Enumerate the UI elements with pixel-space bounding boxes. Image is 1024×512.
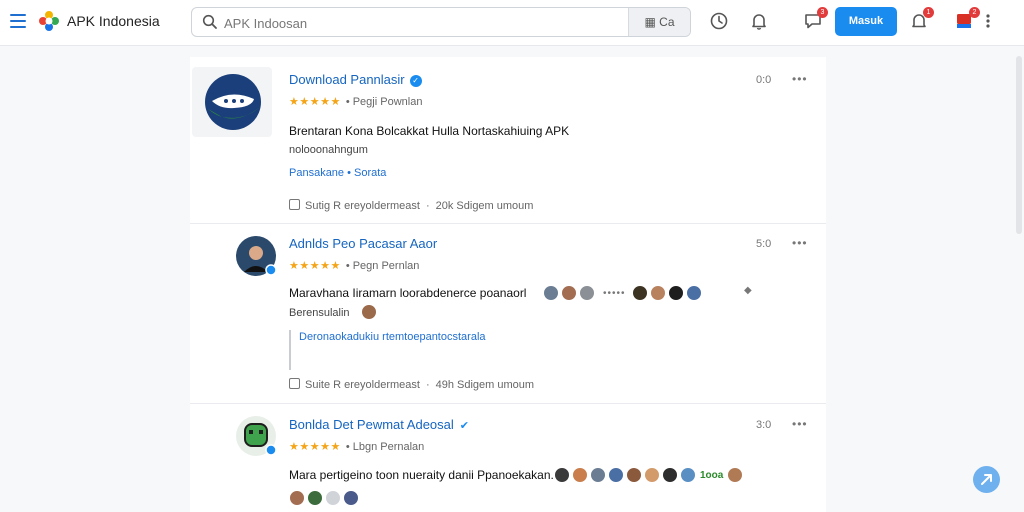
post-feed: Download Pannlasir ✓ ★★★★★ • Pegji Pownlan…	[190, 57, 826, 512]
footer-info: Sutig R ereyoldermeast	[305, 200, 420, 212]
app-title: APK Indonesia	[67, 13, 160, 29]
post-footer: Sutig R ereyoldermeast · 20k Sdigem umoum	[289, 199, 533, 212]
scroll-top-button[interactable]	[973, 466, 1000, 493]
post-title-link[interactable]: Download Pannlasir ✓	[289, 72, 422, 87]
avatar	[554, 467, 570, 483]
rating-stars: ★★★★★ • Pegn Pernlan	[289, 259, 419, 272]
avatar	[727, 467, 744, 483]
post-body: Brentaran Kona Bolcakkat Hulla Nortaskah…	[289, 124, 570, 138]
notification-bell-icon[interactable]	[749, 11, 769, 31]
search-filter-button[interactable]: ▦ Ca	[628, 8, 690, 36]
rating-stars: ★★★★★ • Pegji Pownlan	[289, 95, 422, 108]
post-subtext: Berensulalin	[289, 307, 350, 319]
footer-stats: 49h Sdigem umoum	[435, 379, 535, 391]
search-input[interactable]	[224, 13, 614, 33]
post-card: Download Pannlasir ✓ ★★★★★ • Pegji Pownlan…	[190, 57, 826, 224]
profile-badge: 2	[969, 7, 980, 18]
bookmark-icon[interactable]	[289, 378, 300, 389]
post-time: 3:0	[756, 419, 772, 431]
stars: ★★★★★	[289, 441, 341, 453]
avatar	[361, 304, 377, 320]
ellipsis-icon: •••••	[603, 287, 626, 299]
post-subtext: nolooonahngum	[289, 144, 368, 156]
stars: ★★★★★	[289, 260, 341, 272]
verified-check-icon: ✔	[459, 420, 469, 432]
rating-stars: ★★★★★ • Lbgn Pernalan	[289, 440, 424, 453]
avatar	[662, 467, 678, 483]
footer-separator: ·	[425, 379, 430, 391]
post-title-link[interactable]: Adnlds Peo Pacasar Aaor	[289, 236, 437, 251]
avatar	[608, 467, 624, 483]
reaction-count: 1ooa	[700, 469, 724, 481]
post-link[interactable]: Pansakane • Sorata	[289, 167, 386, 179]
avatar	[561, 285, 577, 301]
post-body: Maravhana Iiramarn loorabdenerce poanaor…	[289, 286, 527, 300]
signin-button[interactable]: Masuk	[835, 7, 897, 36]
reaction-avatars[interactable]: 1ooa	[554, 467, 745, 483]
post-meta: • Pegji Pownlan	[345, 96, 423, 108]
footer-info: Suite R ereyoldermeast	[305, 379, 420, 391]
comment-avatars[interactable]	[289, 490, 361, 506]
arrow-up-right-icon	[981, 474, 992, 485]
avatar	[667, 285, 684, 301]
avatar	[680, 467, 696, 483]
menu-icon[interactable]	[10, 14, 26, 28]
post-card: Bonlda Det Pewmat Adeosal ✔ ★★★★★ • Lbgn P…	[190, 404, 826, 512]
messages-button[interactable]: 3	[803, 7, 828, 31]
post-title: Bonlda Det Pewmat Adeosal	[289, 417, 454, 432]
more-options-icon[interactable]: •••	[792, 236, 808, 250]
avatar	[590, 467, 606, 483]
more-options-icon[interactable]: •••	[792, 417, 808, 431]
app-icon[interactable]	[192, 67, 272, 137]
post-body: Mara pertigeino toon nueraity danii Ppan…	[289, 468, 561, 482]
scrollbar[interactable]	[1016, 56, 1022, 234]
avatar	[307, 490, 323, 506]
avatar	[325, 490, 341, 506]
search-bar: ▦ Ca	[191, 7, 691, 37]
post-title: Download Pannlasir	[289, 72, 405, 87]
profile-button[interactable]: 2	[955, 7, 980, 31]
avatar	[685, 285, 702, 301]
footer-stats: 20k Sdigem umoum	[435, 200, 534, 212]
alerts-badge: 1	[923, 7, 934, 18]
clock-icon[interactable]	[709, 11, 729, 31]
search-icon	[202, 14, 217, 29]
search-filter-label: Ca	[659, 15, 675, 29]
kebab-menu-icon[interactable]	[983, 11, 993, 31]
grid-icon: ▦	[644, 15, 656, 29]
footer-separator: ·	[425, 200, 430, 212]
post-time: 5:0	[756, 238, 772, 250]
avatar	[572, 467, 588, 483]
post-card: Adnlds Peo Pacasar Aaor ★★★★★ • Pegn Pern…	[190, 224, 826, 404]
avatar	[579, 285, 595, 301]
avatar	[543, 285, 559, 301]
alerts-button[interactable]: 1	[909, 7, 934, 31]
avatar[interactable]	[236, 236, 278, 278]
avatar	[631, 285, 648, 301]
post-time: 0:0	[756, 74, 772, 86]
quoted-reply[interactable]: Deronaokadukiu rtemtoepantocstarala	[289, 330, 486, 370]
avatar	[343, 490, 359, 506]
verified-icon: ✓	[409, 75, 422, 87]
top-bar: APK Indonesia ▦ Ca 3 Masuk 1	[0, 0, 1024, 46]
avatar	[626, 467, 642, 483]
post-footer: Suite R ereyoldermeast · 49h Sdigem umoum	[289, 378, 534, 391]
react-icon[interactable]: ◆	[744, 285, 752, 296]
avatar	[289, 490, 305, 506]
post-meta: • Lbgn Pernalan	[345, 441, 425, 453]
quote-text: Deronaokadukiu rtemtoepantocstarala	[299, 331, 486, 343]
apk-logo-icon[interactable]	[38, 10, 60, 32]
stars: ★★★★★	[289, 96, 341, 108]
avatar[interactable]	[236, 416, 278, 458]
messages-badge: 3	[817, 7, 828, 18]
post-title-link[interactable]: Bonlda Det Pewmat Adeosal ✔	[289, 417, 469, 432]
post-meta: • Pegn Pernlan	[345, 260, 420, 272]
reaction-avatars[interactable]: •••••	[543, 285, 704, 301]
avatar	[644, 467, 660, 483]
avatar	[649, 285, 666, 301]
post-title: Adnlds Peo Pacasar Aaor	[289, 236, 438, 251]
bookmark-icon[interactable]	[289, 199, 300, 210]
more-options-icon[interactable]: •••	[792, 72, 808, 86]
